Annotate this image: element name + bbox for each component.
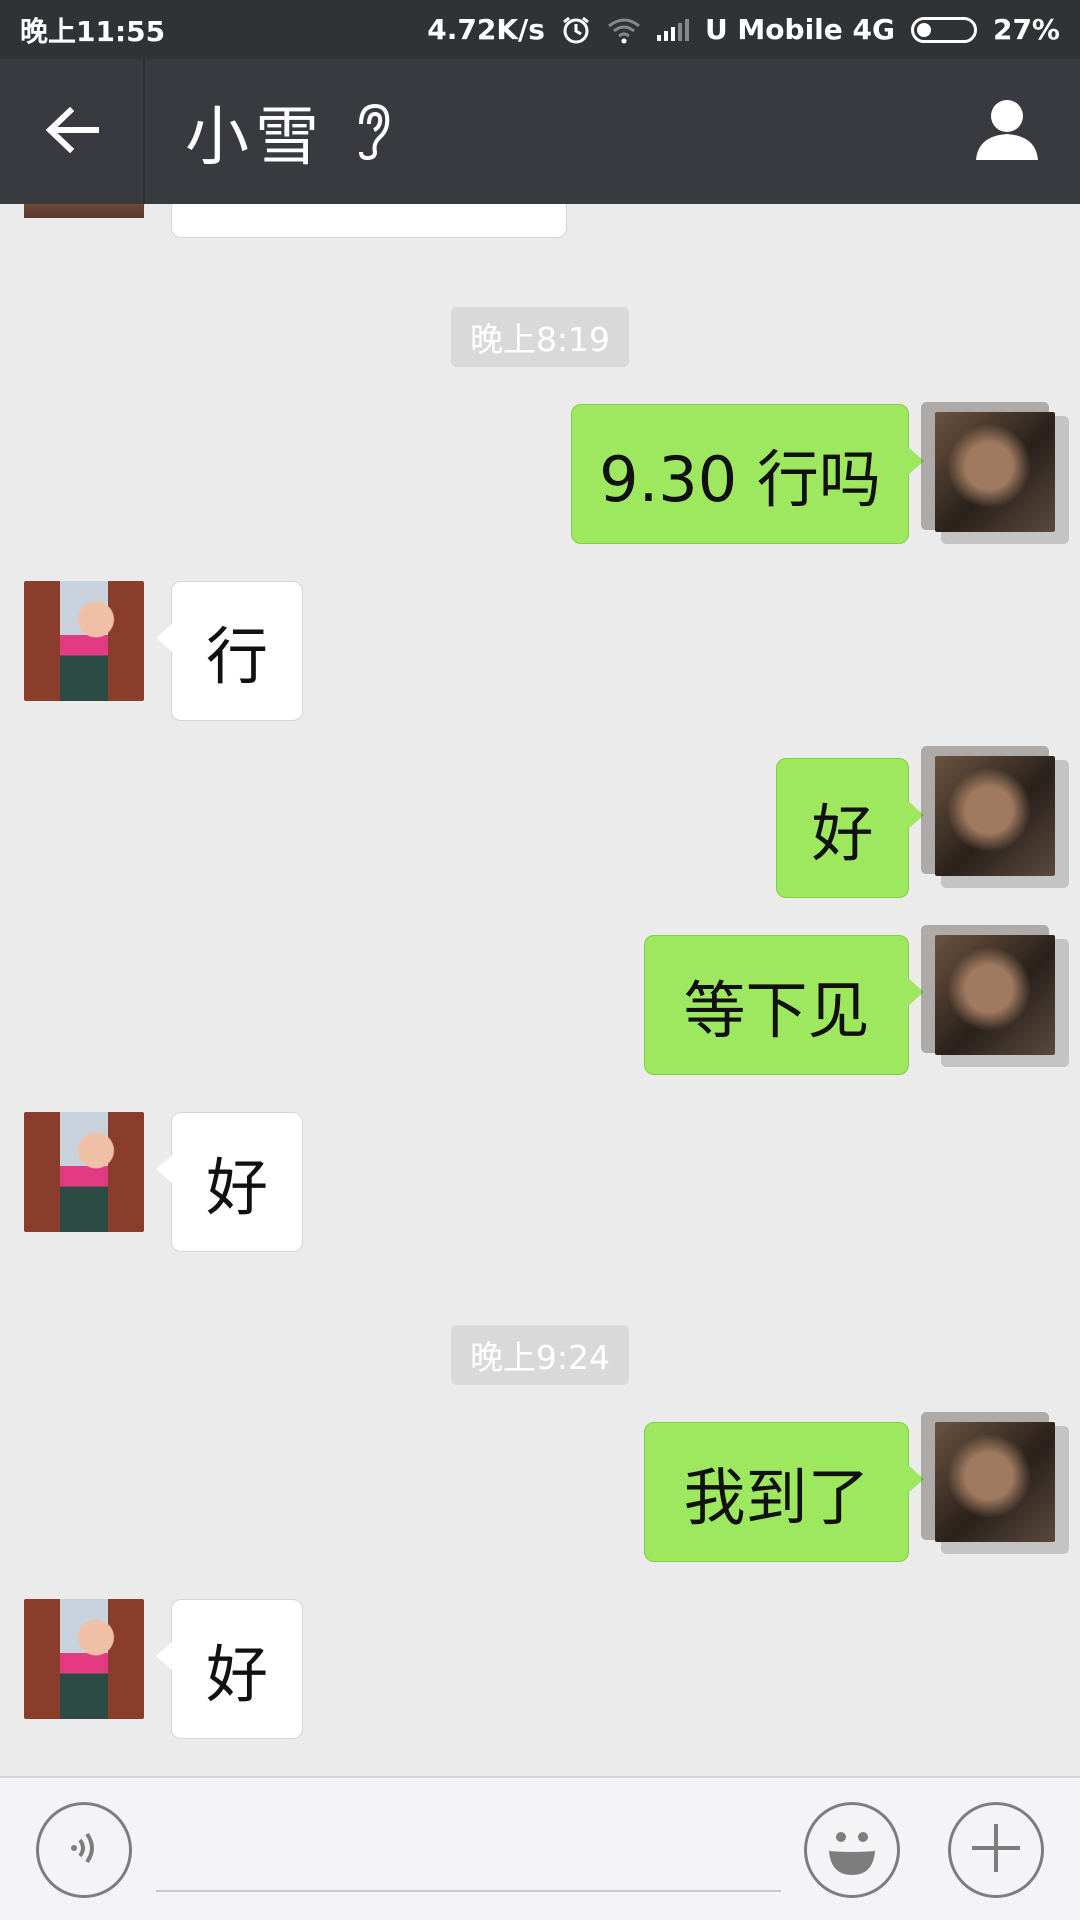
back-arrow-icon <box>44 105 100 159</box>
ear-icon <box>353 102 393 162</box>
message-bubble-sent[interactable]: 好 <box>776 758 924 898</box>
timestamp: 晚上8:19 <box>451 307 629 367</box>
message-bubble-received[interactable]: 行 <box>156 581 303 721</box>
more-button[interactable] <box>948 1802 1044 1898</box>
message-input[interactable] <box>156 1808 781 1892</box>
wifi-icon <box>607 16 641 44</box>
back-button[interactable] <box>0 59 145 204</box>
message-bubble-received[interactable]: 好 <box>156 1112 303 1252</box>
message-bubble-received[interactable]: 好 <box>156 1599 303 1739</box>
network-speed: 4.72K/s <box>427 13 545 46</box>
status-indicators: 4.72K/s U Mobile 4G 27% <box>427 13 1060 46</box>
avatar-self[interactable] <box>935 756 1055 876</box>
battery-icon <box>910 16 977 43</box>
avatar-contact[interactable] <box>24 1112 144 1232</box>
avatar-contact[interactable] <box>24 1599 144 1719</box>
battery-level: 27% <box>992 13 1060 46</box>
timestamp: 晚上9:24 <box>451 1325 629 1385</box>
alarm-icon <box>561 15 591 45</box>
avatar-self[interactable] <box>935 1422 1055 1542</box>
title-bar: 小雪 <box>0 59 1080 204</box>
signal-icon <box>656 18 689 41</box>
profile-icon <box>974 98 1040 166</box>
carrier-name: U Mobile 4G <box>704 13 895 46</box>
status-bar: 晚上11:55 4.72K/s U Mobile 4G 27% <box>0 0 1080 59</box>
voice-button[interactable] <box>36 1802 132 1898</box>
avatar-self[interactable] <box>935 412 1055 532</box>
chat-title: 小雪 <box>185 100 325 175</box>
plus-icon <box>968 1820 1024 1880</box>
emoji-button[interactable] <box>804 1802 900 1898</box>
message-bubble-sent[interactable]: 9.30 行吗 <box>571 404 924 544</box>
voice-icon <box>62 1826 106 1874</box>
message-bubble-sent[interactable]: 等下见 <box>644 935 924 1075</box>
message-bubble-partial <box>171 204 567 238</box>
input-bar <box>0 1776 1080 1920</box>
message-bubble-sent[interactable]: 我到了 <box>644 1422 924 1562</box>
status-time: 晚上11:55 <box>20 14 166 48</box>
avatar <box>24 204 144 218</box>
profile-button[interactable] <box>964 89 1050 175</box>
chat-messages[interactable]: 晚上8:19 9.30 行吗 行 好 等下见 好 晚上9:24 我到了 好 <box>0 204 1080 1776</box>
emoji-icon <box>817 1813 887 1887</box>
avatar-self[interactable] <box>935 935 1055 1055</box>
avatar-contact[interactable] <box>24 581 144 701</box>
